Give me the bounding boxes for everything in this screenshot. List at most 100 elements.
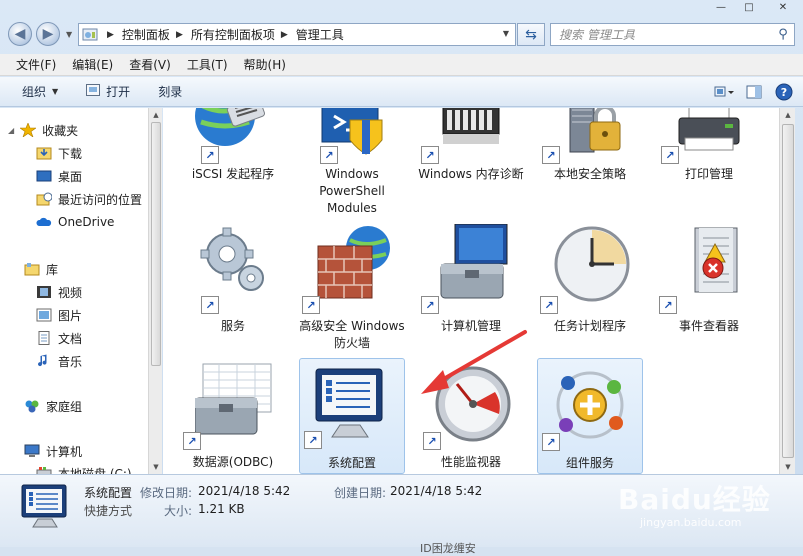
organize-button[interactable]: 组织 ▼: [0, 77, 72, 107]
item-label: Windows PowerShell Modules: [319, 167, 385, 215]
scroll-down-icon[interactable]: ▼: [149, 460, 163, 474]
close-button[interactable]: ✕: [763, 0, 803, 14]
search-icon[interactable]: ⚲: [772, 27, 794, 42]
event-log-icon: [671, 224, 747, 300]
shortcut-arrow-icon: ↗: [302, 296, 320, 314]
scroll-up-icon[interactable]: ▲: [780, 108, 796, 122]
scroll-thumb[interactable]: [151, 122, 161, 366]
item-task-scheduler[interactable]: ↗ 任务计划程序: [534, 224, 646, 334]
item-odbc[interactable]: ↗ 数据源(ODBC): [177, 358, 289, 474]
control-panel-icon: [79, 24, 101, 45]
menu-edit[interactable]: 编辑(E): [64, 56, 121, 73]
content-scrollbar[interactable]: ▲ ▼: [779, 108, 795, 474]
menu-view[interactable]: 查看(V): [121, 56, 179, 73]
nav-favorites-label: 收藏夹: [42, 123, 79, 138]
system-config-icon: [312, 367, 388, 443]
background-caption: ID困龙缠安: [420, 542, 476, 555]
menu-file[interactable]: 文件(F): [8, 56, 64, 73]
shortcut-arrow-icon: ↗: [659, 296, 677, 314]
shortcut-arrow-icon: ↗: [540, 296, 558, 314]
item-computer-management[interactable]: ↗ 计算机管理: [415, 223, 527, 334]
item-firewall[interactable]: ↗ 高级安全 Windows 防火墙: [296, 224, 408, 354]
burn-label: 刻录: [158, 85, 183, 99]
breadcrumb-admin-tools[interactable]: 管理工具: [296, 26, 344, 43]
open-button[interactable]: 打开: [72, 77, 144, 107]
nav-onedrive[interactable]: OneDrive: [36, 212, 114, 232]
details-modified-label: 修改日期:: [140, 486, 193, 500]
nav-pane-scrollbar[interactable]: ▲ ▼: [148, 108, 162, 474]
item-powershell-modules[interactable]: ↗ Windows PowerShell Modules: [296, 108, 408, 220]
search-placeholder: 搜索 管理工具: [559, 28, 635, 42]
nav-computer-label: 计算机: [46, 444, 83, 459]
details-size-label: 大小:: [164, 504, 193, 518]
nav-favorites[interactable]: ◢ 收藏夹: [8, 120, 78, 140]
item-event-viewer[interactable]: ↗ 事件查看器: [653, 224, 765, 334]
shortcut-arrow-icon: ↗: [542, 433, 560, 451]
nav-music[interactable]: 音乐: [36, 351, 82, 371]
nav-libraries[interactable]: 库: [24, 259, 58, 279]
minimize-button[interactable]: —: [707, 0, 735, 14]
scroll-up-icon[interactable]: ▲: [149, 108, 163, 122]
change-view-button[interactable]: [713, 81, 735, 103]
help-button[interactable]: ?: [773, 81, 795, 103]
nav-recent[interactable]: 最近访问的位置: [36, 189, 142, 209]
details-filetype: 快捷方式: [84, 504, 133, 518]
breadcrumb-separator-icon[interactable]: ▶: [170, 30, 191, 40]
address-dropdown-icon[interactable]: ▼: [503, 29, 509, 38]
breadcrumb-separator-icon[interactable]: ▶: [101, 30, 122, 40]
shortcut-arrow-icon: ↗: [201, 296, 219, 314]
nav-desktop[interactable]: 桌面: [36, 166, 82, 186]
item-label: 高级安全 Windows 防火墙: [299, 319, 405, 350]
gears-icon: [195, 224, 271, 300]
nav-pictures[interactable]: 图片: [36, 305, 82, 325]
menu-help[interactable]: 帮助(H): [236, 56, 294, 73]
shortcut-arrow-icon: ↗: [421, 146, 439, 164]
watermark-url: jingyan.baidu.com: [640, 516, 742, 529]
preview-pane-button[interactable]: [743, 81, 765, 103]
item-system-configuration[interactable]: ↗ 系统配置: [299, 358, 405, 474]
documents-icon: [36, 331, 52, 345]
item-services[interactable]: ↗ 服务: [177, 224, 289, 334]
nav-documents[interactable]: 文档: [36, 328, 82, 348]
breadcrumb-separator-icon[interactable]: ▶: [275, 30, 296, 40]
breadcrumb: ▶ 控制面板 ▶ 所有控制面板项 ▶ 管理工具: [101, 24, 344, 45]
item-memory-diagnostic[interactable]: ↗ Windows 内存诊断: [415, 108, 527, 202]
scroll-down-icon[interactable]: ▼: [780, 460, 796, 474]
history-dropdown-icon[interactable]: ▼: [66, 30, 72, 39]
windows-drive-icon: [36, 466, 52, 474]
item-label: 任务计划程序: [553, 319, 626, 333]
computer-toolbox-icon: [433, 223, 509, 300]
item-local-security-policy[interactable]: ↗ 本地安全策略: [534, 108, 646, 192]
details-filename: 系统配置: [84, 486, 133, 500]
back-button[interactable]: ◀: [8, 22, 32, 46]
item-print-management[interactable]: ↗ 打印管理: [653, 108, 765, 192]
navigation-pane: ◢ 收藏夹 下载 桌面 最近访问的位置 OneDrive 库 视频 图片 文档 …: [0, 108, 148, 474]
chevron-down-icon: ▼: [52, 87, 59, 96]
nav-videos-label: 视频: [58, 285, 83, 300]
burn-button[interactable]: 刻录: [144, 77, 196, 107]
breadcrumb-control-panel[interactable]: 控制面板: [122, 26, 170, 43]
nav-downloads[interactable]: 下载: [36, 143, 82, 163]
item-component-services[interactable]: ↗ 组件服务: [537, 358, 643, 474]
menu-tools[interactable]: 工具(T): [179, 56, 236, 73]
nav-homegroup[interactable]: 家庭组: [24, 396, 82, 416]
nav-videos[interactable]: 视频: [36, 282, 82, 302]
item-label: 系统配置: [327, 456, 376, 470]
firewall-icon: [314, 224, 390, 300]
address-bar[interactable]: ▶ 控制面板 ▶ 所有控制面板项 ▶ 管理工具 ▼: [78, 23, 516, 46]
maximize-button[interactable]: □: [735, 0, 763, 14]
nav-computer[interactable]: 计算机: [24, 441, 82, 461]
breadcrumb-all-items[interactable]: 所有控制面板项: [191, 26, 275, 43]
scroll-thumb[interactable]: [782, 124, 794, 458]
nav-local-disk[interactable]: 本地磁盘 (C:): [36, 463, 132, 474]
shortcut-arrow-icon: ↗: [542, 146, 560, 164]
search-input[interactable]: 搜索 管理工具 ⚲: [550, 23, 795, 46]
command-bar: 组织 ▼ 打开 刻录 ?: [0, 77, 803, 107]
forward-button[interactable]: ▶: [36, 22, 60, 46]
item-label: 组件服务: [565, 456, 614, 470]
refresh-button[interactable]: ⇆: [517, 23, 545, 46]
window-controls: — □ ✕: [707, 0, 803, 14]
item-iscsi[interactable]: ↗ iSCSI 发起程序: [177, 108, 289, 192]
collapse-icon[interactable]: ◢: [8, 126, 14, 135]
shortcut-arrow-icon: ↗: [304, 431, 322, 449]
